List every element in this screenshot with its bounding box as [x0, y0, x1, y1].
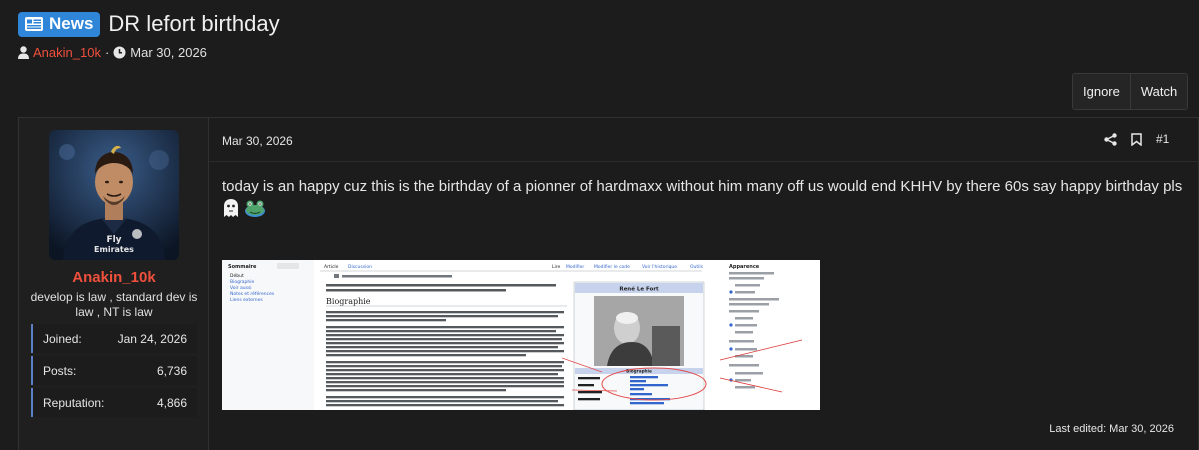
- wiki-tool[interactable]: Voir l'historique: [642, 264, 677, 270]
- thread-meta: Anakin_10k · Mar 30, 2026: [18, 45, 207, 60]
- wiki-sidebar-item[interactable]: Biographie: [230, 279, 255, 285]
- post-body: today is an happy cuz this is the birthd…: [222, 176, 1192, 225]
- wiki-tool[interactable]: Outils: [690, 264, 704, 270]
- user-stats: Joined: Jan 24, 2026 Posts: 6,736 Reputa…: [31, 324, 197, 420]
- wiki-sidebar-item[interactable]: Notes et références: [230, 290, 275, 297]
- thread-date[interactable]: Mar 30, 2026: [130, 45, 207, 60]
- wiki-tool[interactable]: Modifier: [566, 264, 584, 270]
- post-number-link[interactable]: #1: [1156, 132, 1169, 146]
- ignore-button[interactable]: Ignore: [1073, 74, 1130, 109]
- wiki-tool[interactable]: Lire: [552, 264, 561, 270]
- watch-button[interactable]: Watch: [1129, 74, 1188, 109]
- user-icon: [18, 46, 29, 59]
- share-icon[interactable]: [1104, 132, 1117, 146]
- wiki-sidebar-item[interactable]: Liens externes: [230, 297, 263, 303]
- stat-joined: Joined: Jan 24, 2026: [31, 324, 197, 353]
- wiki-sidebar-heading: Sommaire: [228, 264, 257, 270]
- stat-value: 4,866: [156, 395, 187, 410]
- news-prefix-badge[interactable]: News: [18, 11, 101, 37]
- thread-actions: Ignore Watch: [1072, 73, 1189, 110]
- clock-icon: [113, 46, 126, 59]
- stat-posts: Posts: 6,736: [31, 356, 197, 385]
- ghost-emoji-icon: [222, 198, 240, 225]
- bookmark-icon[interactable]: [1131, 132, 1142, 146]
- last-edited: Last edited: Mar 30, 2026: [1049, 423, 1174, 435]
- stat-label: Joined:: [43, 331, 82, 346]
- wiki-sidebar-item[interactable]: Début: [230, 272, 244, 279]
- avatar[interactable]: Fly Emirates: [49, 130, 179, 260]
- wiki-appearance-heading: Apparence: [729, 264, 760, 270]
- stat-label: Reputation:: [43, 395, 105, 410]
- svg-text:Emirates: Emirates: [94, 245, 134, 254]
- post-actions: #1: [1104, 132, 1169, 146]
- post-user-cell: Fly Emirates Anakin_10k develop is law ,…: [19, 118, 209, 450]
- frog-emoji-icon: [244, 198, 266, 225]
- wiki-tool[interactable]: Modifier le code: [594, 264, 630, 270]
- stat-reputation: Reputation: 4,866: [31, 388, 197, 417]
- post-username[interactable]: Anakin_10k: [19, 269, 209, 286]
- prefix-label: News: [49, 13, 94, 33]
- stat-value[interactable]: 6,736: [157, 364, 187, 378]
- wiki-sidebar-item[interactable]: Voir aussi: [230, 285, 252, 291]
- svg-text:Fly: Fly: [106, 235, 121, 245]
- post-text: today is an happy cuz this is the birthd…: [222, 178, 1183, 195]
- news-icon: [24, 16, 44, 32]
- thread-title: DR lefort birthday: [108, 11, 280, 36]
- user-title: develop is law , standard dev is law , N…: [30, 290, 198, 319]
- meta-separator: ·: [104, 45, 110, 60]
- post-header-divider: [209, 161, 1199, 162]
- thread-header: News DR lefort birthday: [18, 11, 280, 37]
- post: Fly Emirates Anakin_10k develop is law ,…: [18, 117, 1199, 450]
- wiki-infobox-title: René Le Fort: [619, 286, 659, 293]
- post-date[interactable]: Mar 30, 2026: [222, 134, 293, 148]
- wiki-tab-article[interactable]: Article: [324, 264, 339, 270]
- thread-author-link[interactable]: Anakin_10k: [33, 45, 101, 60]
- wiki-section-heading: Biographie: [326, 297, 371, 306]
- attached-image[interactable]: Sommaire Début Biographie Voir aussi Not…: [222, 260, 820, 410]
- stat-label: Posts:: [43, 363, 77, 378]
- stat-value: Jan 24, 2026: [117, 331, 187, 346]
- wiki-tab-discussion[interactable]: Discussion: [348, 264, 372, 270]
